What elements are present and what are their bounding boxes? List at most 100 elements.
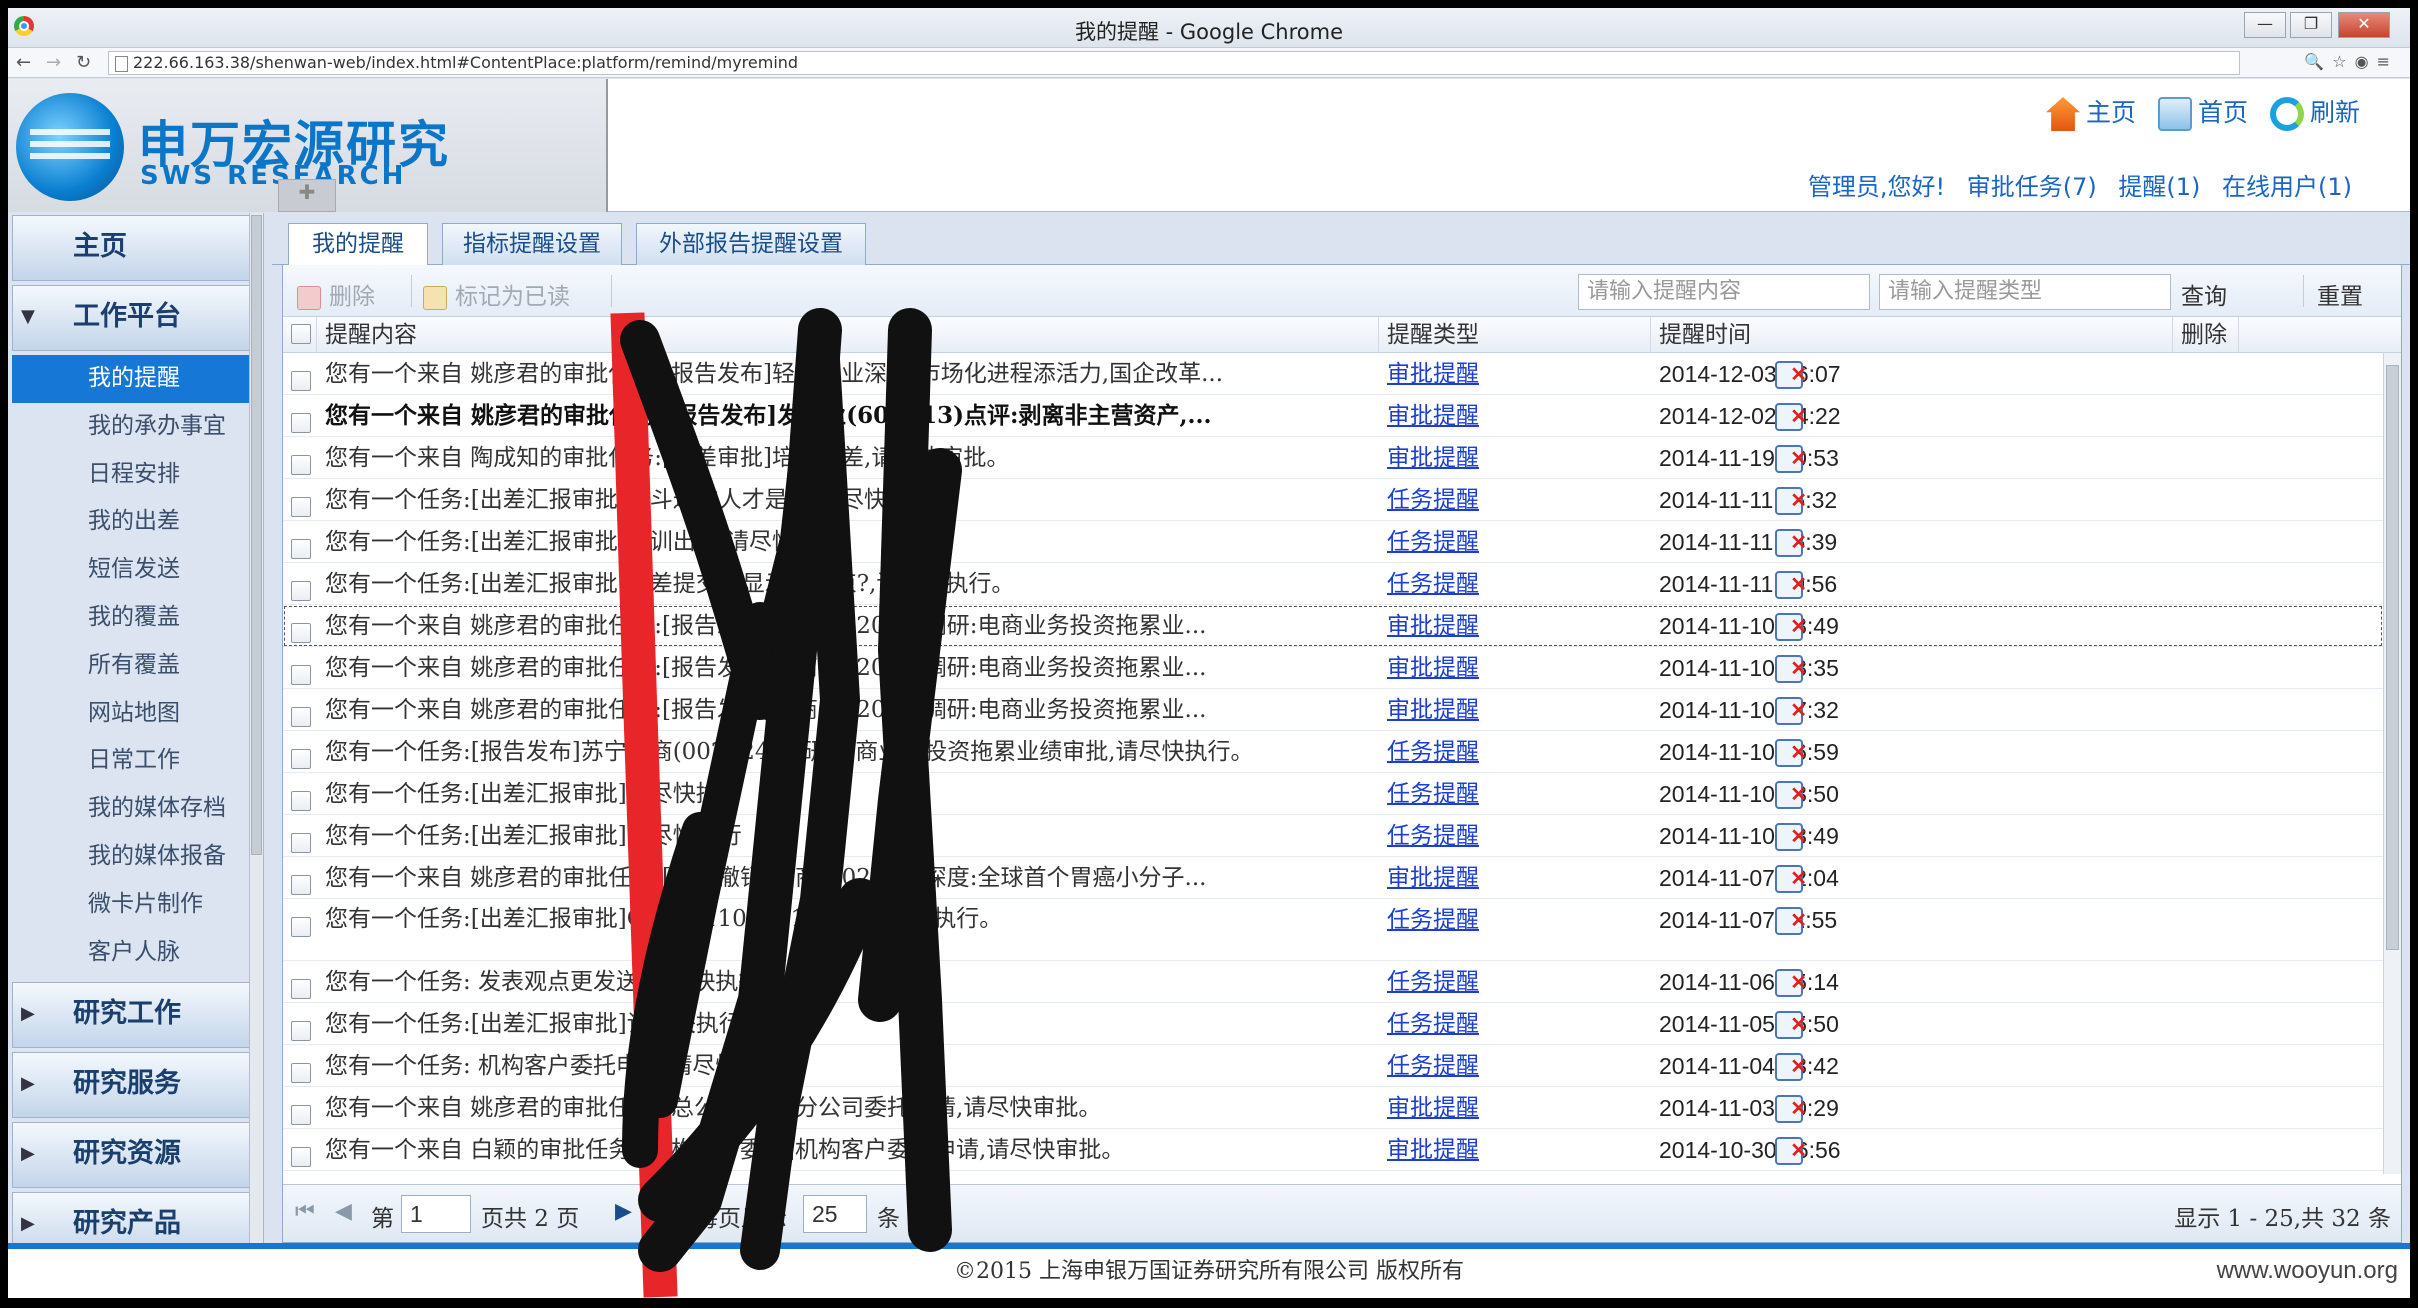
sidebar-item-daily-work[interactable]: 日常工作 — [12, 737, 259, 785]
home-link[interactable]: 主页 — [2046, 93, 2136, 131]
table-row[interactable]: 您有一个来自 姚彦君的审批任务:[报告发布]云商(002024)调研:电商业务投… — [283, 605, 2383, 647]
row-delete-button[interactable] — [1775, 1095, 1805, 1123]
checkbox[interactable] — [291, 497, 311, 517]
row-delete-button[interactable] — [1775, 1011, 1805, 1039]
sidebar-item-my-trips[interactable]: 我的出差 — [12, 498, 259, 546]
first-page-link[interactable]: 首页 — [2158, 93, 2248, 131]
checkbox[interactable] — [291, 581, 311, 601]
remind-content-input[interactable]: 请输入提醒内容 — [1578, 274, 1870, 310]
table-row[interactable]: 您有一个任务: 发表观点更发送,请尽快执行 任务提醒 2014-11-06 15:1… — [283, 961, 2383, 1003]
row-delete-button[interactable] — [1775, 781, 1805, 809]
forward-icon[interactable]: → — [46, 52, 61, 73]
sidebar-item-my-remind[interactable]: 我的提醒 — [12, 355, 259, 403]
refresh-link[interactable]: 刷新 — [2269, 93, 2360, 131]
table-row[interactable]: 您有一个任务:[出差汇报审批]C20141105001 null,请尽快执行。 任… — [283, 899, 2383, 961]
checkbox[interactable] — [291, 539, 311, 559]
checkbox[interactable] — [291, 749, 311, 769]
row-delete-button[interactable] — [1775, 865, 1805, 893]
row-delete-button[interactable] — [1775, 1137, 1805, 1165]
row-delete-button[interactable] — [1775, 613, 1805, 641]
first-page-icon[interactable]: ⏮ — [295, 1199, 315, 1224]
sidebar-scroll-thumb[interactable] — [251, 215, 262, 855]
online-users-link[interactable]: 在线用户(1) — [2222, 173, 2352, 201]
row-delete-button[interactable] — [1775, 361, 1805, 389]
table-row[interactable]: 您有一个来自 姚彦君的审批任务:[报告发布]云商(002024)调研:电商业务投… — [283, 647, 2383, 689]
checkbox[interactable] — [291, 979, 311, 999]
remind-link[interactable]: 提醒(1) — [2118, 173, 2200, 201]
grid-scroll-thumb[interactable] — [2386, 365, 2399, 950]
checkbox[interactable] — [291, 324, 311, 344]
table-row[interactable]: 您有一个来自 白颖的审批任务:[机构客户委托]机构客户委托申请,请尽快审批。 审批… — [283, 1129, 2383, 1171]
checkbox[interactable] — [291, 371, 311, 391]
row-checkbox[interactable] — [291, 909, 311, 951]
checkbox[interactable] — [291, 875, 311, 895]
row-delete-button[interactable] — [1775, 739, 1805, 767]
table-row[interactable]: 您有一个任务:[报告发布]苏宁云商(002024)调研:电商业务投资拖累业绩审批… — [283, 731, 2383, 773]
table-row[interactable]: 您有一个来自 姚彦君的审批任务:[报告发布]轻工行业深度:市场化进程添活力,国企… — [283, 353, 2383, 395]
page-number-input[interactable]: 1 — [401, 1195, 471, 1233]
checkbox[interactable] — [291, 1021, 311, 1041]
tab-my-remind[interactable]: 我的提醒 — [288, 223, 428, 266]
table-row[interactable]: 您有一个任务:[出差汇报审批]请尽快执行 任务提醒 2014-11-10 13:50 — [283, 773, 2383, 815]
reload-icon[interactable]: ↻ — [76, 52, 91, 73]
remind-type-link[interactable]: 任务提醒 — [1387, 521, 1479, 563]
table-row[interactable]: 您有一个任务:[出差汇报审批]培训出差,请尽快执行 任务提醒 2014-11-11 … — [283, 521, 2383, 563]
sidebar-home[interactable]: 主页 — [12, 215, 259, 281]
url-input[interactable]: 222.66.163.38/shenwan-web/index.html#Con… — [108, 51, 2240, 75]
checkbox[interactable] — [291, 455, 311, 475]
select-all-checkbox[interactable] — [283, 317, 317, 353]
table-row[interactable]: 您有一个来自 姚彦君的审批任务:[报告发布]云商(002024)调研:电商业务投… — [283, 689, 2383, 731]
table-row[interactable]: 您有一个任务: 机构客户委托申请,请尽快执行 任务提醒 2014-11-04 13:… — [283, 1045, 2383, 1087]
remind-type-link[interactable]: 任务提醒 — [1387, 1045, 1479, 1087]
remind-type-link[interactable]: 审批提醒 — [1387, 857, 1479, 899]
remind-type-link[interactable]: 审批提醒 — [1387, 353, 1479, 395]
checkbox[interactable] — [291, 1063, 311, 1083]
sidebar-item-site-map[interactable]: 网站地图 — [12, 690, 259, 738]
row-delete-button[interactable] — [1775, 655, 1805, 683]
remind-type-link[interactable]: 任务提醒 — [1387, 479, 1479, 521]
table-row[interactable]: 您有一个任务:[出差汇报审批]出差提交后显示在结束?,请尽快执行。 任务提醒 201… — [283, 563, 2383, 605]
remind-type-link[interactable]: 审批提醒 — [1387, 1129, 1479, 1171]
row-delete-button[interactable] — [1775, 823, 1805, 851]
remind-type-input[interactable]: 请输入提醒类型 — [1879, 274, 2171, 310]
remind-type-link[interactable]: 任务提醒 — [1387, 815, 1479, 857]
last-page-icon[interactable]: ⏭ — [651, 1199, 671, 1224]
row-delete-button[interactable] — [1775, 571, 1805, 599]
back-icon[interactable]: ← — [16, 52, 31, 73]
row-delete-button[interactable] — [1775, 697, 1805, 725]
remind-type-link[interactable]: 审批提醒 — [1387, 647, 1479, 689]
table-row[interactable]: 您有一个来自 陶成知的审批任务:[出差审批]培训出差,请尽快审批。 审批提醒 201… — [283, 437, 2383, 479]
row-delete-button[interactable] — [1775, 445, 1805, 473]
delete-button[interactable]: 删除 — [297, 277, 375, 311]
remind-type-link[interactable]: 审批提醒 — [1387, 437, 1479, 479]
row-delete-button[interactable] — [1775, 1053, 1805, 1081]
approval-tasks-link[interactable]: 审批任务(7) — [1967, 173, 2097, 201]
checkbox[interactable] — [291, 707, 311, 727]
table-row[interactable]: 您有一个任务:[出差汇报审批]请尽快执行 任务提醒 2014-11-10 13:49 — [283, 815, 2383, 857]
sidebar-work-platform[interactable]: ▼ 工作平台 — [12, 285, 259, 351]
row-delete-button[interactable] — [1775, 969, 1805, 997]
remind-type-link[interactable]: 任务提醒 — [1387, 773, 1479, 815]
checkbox[interactable] — [291, 665, 311, 685]
row-delete-button[interactable] — [1775, 403, 1805, 431]
sidebar-item-schedule[interactable]: 日程安排 — [12, 451, 259, 499]
tab-external-report-remind-settings[interactable]: 外部报告提醒设置 — [636, 223, 866, 265]
sidebar-item-media-report[interactable]: 我的媒体报备 — [12, 833, 259, 881]
search-button[interactable]: 查询 — [2181, 277, 2227, 311]
table-row[interactable]: 您有一个来自 姚彦君的审批任务:[报告发布]发种业(600313)点评:剥离非主… — [283, 395, 2383, 437]
checkbox[interactable] — [291, 791, 311, 811]
per-page-input[interactable]: 25 — [803, 1195, 867, 1233]
reset-button[interactable]: 重置 — [2317, 277, 2363, 311]
remind-type-link[interactable]: 任务提醒 — [1387, 731, 1479, 773]
table-row[interactable]: 您有一个来自 姚彦君的审批任务:[报告撤销]云商(002024)深度:全球首个胃… — [283, 857, 2383, 899]
col-header-delete[interactable]: 删除 — [2173, 317, 2239, 353]
tab-indicator-remind-settings[interactable]: 指标提醒设置 — [442, 223, 622, 265]
close-button[interactable]: ✕ — [2338, 12, 2390, 38]
checkbox[interactable] — [291, 917, 311, 937]
checkbox[interactable] — [291, 623, 311, 643]
sidebar-section-research-service[interactable]: ▶ 研究服务 — [12, 1052, 259, 1119]
table-row[interactable]: 您有一个来自 姚彦君的审批任务:[总公司委托]分公司委托申请,请尽快审批。 审批提… — [283, 1087, 2383, 1129]
minimize-button[interactable]: — — [2244, 12, 2286, 38]
grid-scrollbar[interactable] — [2383, 353, 2401, 1174]
remind-type-link[interactable]: 审批提醒 — [1387, 605, 1479, 647]
